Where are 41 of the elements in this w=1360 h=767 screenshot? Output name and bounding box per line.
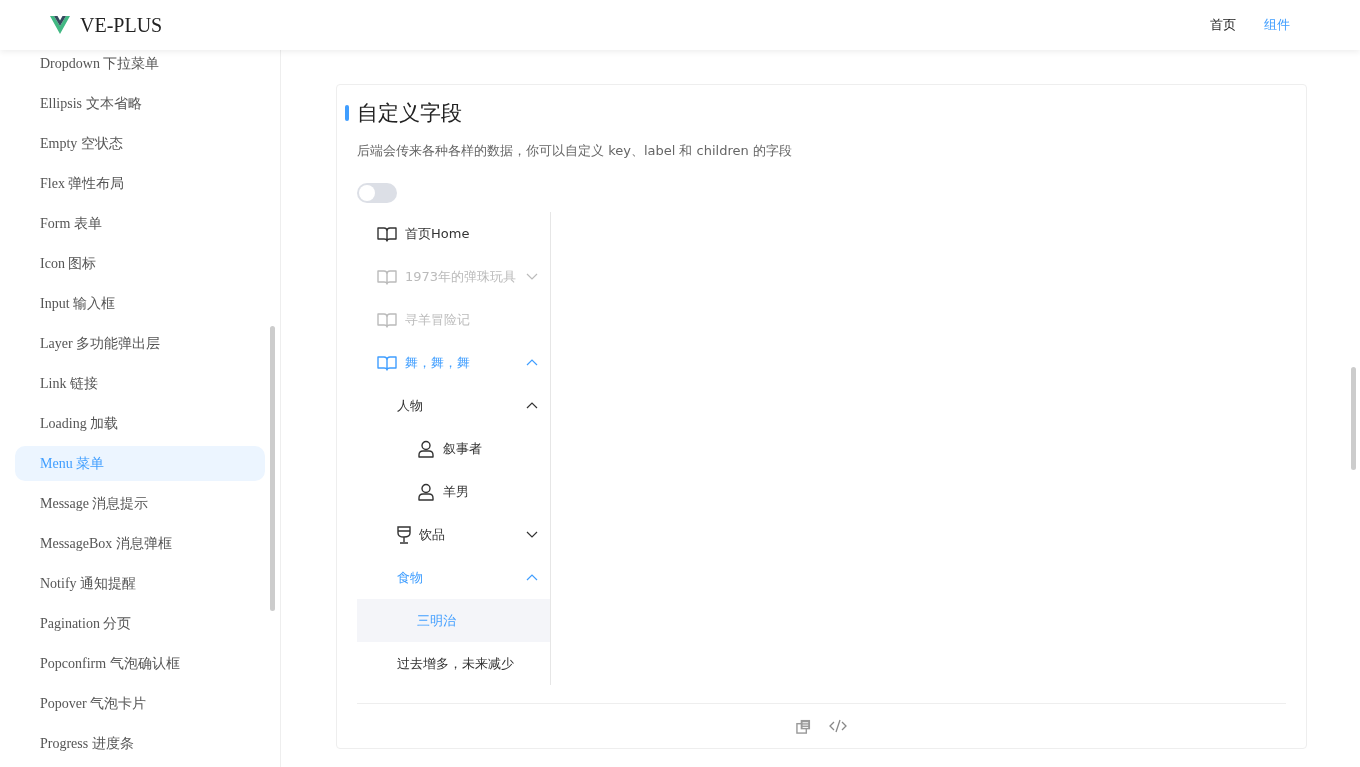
code-icon[interactable] bbox=[829, 719, 847, 733]
copy-icon[interactable] bbox=[796, 718, 811, 734]
book-icon bbox=[377, 225, 397, 242]
book-icon bbox=[377, 268, 397, 285]
nav-option[interactable]: 叙事者 bbox=[357, 427, 550, 470]
sidebar-item[interactable]: Dropdown 下拉菜单 bbox=[15, 50, 265, 81]
toggle-switch[interactable] bbox=[357, 183, 397, 203]
sidebar-item[interactable]: Popconfirm 气泡确认框 bbox=[15, 646, 265, 681]
logo-icon bbox=[50, 16, 70, 34]
sidebar-item[interactable]: Link 链接 bbox=[15, 366, 265, 401]
sidebar-item[interactable]: Input 输入框 bbox=[15, 286, 265, 321]
sidebar-item[interactable]: Ellipsis 文本省略 bbox=[15, 86, 265, 121]
person-icon bbox=[417, 482, 435, 501]
sidebar-item[interactable]: Popover 气泡卡片 bbox=[15, 686, 265, 721]
submenu-toggle[interactable]: 饮品 bbox=[357, 513, 550, 556]
nav-option[interactable]: 过去增多，未来减少 bbox=[357, 642, 550, 685]
nav-link[interactable]: 首页 bbox=[1210, 16, 1236, 34]
scrollbar-thumb[interactable] bbox=[270, 326, 275, 611]
sidebar-item[interactable]: Message 消息提示 bbox=[15, 486, 265, 521]
sidebar-item[interactable]: Layer 多功能弹出层 bbox=[15, 326, 265, 361]
sidebar-item[interactable]: Progress 进度条 bbox=[15, 726, 265, 761]
sidebar-item[interactable]: Icon 图标 bbox=[15, 246, 265, 281]
nav-option[interactable]: 羊男 bbox=[357, 470, 550, 513]
sidebar-item[interactable]: Loading 加载 bbox=[15, 406, 265, 441]
nav-option[interactable]: 首页Home bbox=[357, 212, 550, 255]
title-accent-bar bbox=[345, 105, 349, 121]
person-icon bbox=[417, 439, 435, 458]
book-icon bbox=[377, 354, 397, 371]
sidebar-item[interactable]: Empty 空状态 bbox=[15, 126, 265, 161]
description-text: 后端会传来各种各样的数据，你可以自定义 key、label 和 children 的字段 bbox=[357, 142, 793, 160]
section-title: 自定义字段 bbox=[357, 100, 462, 127]
sidebar-item[interactable]: MessageBox 消息弹框 bbox=[15, 526, 265, 561]
logo-text: VE-PLUS bbox=[80, 13, 163, 37]
goblet-icon bbox=[397, 525, 411, 544]
book-icon bbox=[377, 311, 397, 328]
submenu-toggle[interactable]: 人物 bbox=[357, 384, 550, 427]
sidebar-item[interactable]: Flex 弹性布局 bbox=[15, 166, 265, 201]
sidebar-item[interactable]: Notify 通知提醒 bbox=[15, 566, 265, 601]
scrollbar-thumb[interactable] bbox=[1351, 367, 1356, 470]
sidebar-item[interactable]: Pagination 分页 bbox=[15, 606, 265, 641]
sidebar-item[interactable]: Form 表单 bbox=[15, 206, 265, 241]
